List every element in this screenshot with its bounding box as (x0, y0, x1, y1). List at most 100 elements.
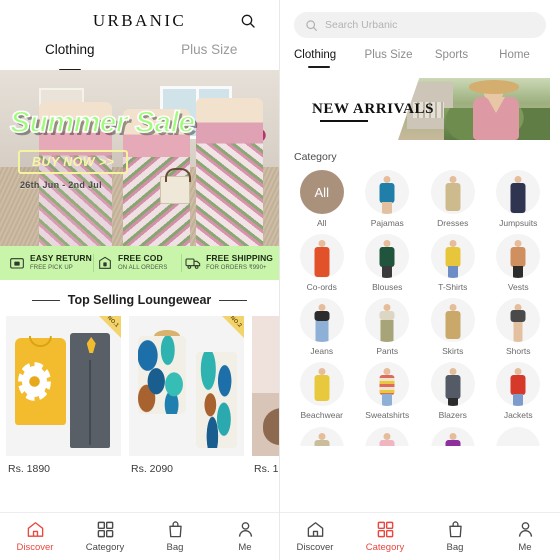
section-rule-right (219, 299, 248, 301)
right-search-wrap: Search Urbanic (280, 0, 560, 38)
truck-icon (185, 258, 201, 269)
category-label: Vests (507, 282, 529, 292)
category-item-partial[interactable] (421, 427, 485, 446)
product-image: NO.2 (129, 316, 244, 456)
tab-plus-size[interactable]: Plus Size (140, 42, 280, 70)
product-card[interactable]: NO.1 Rs. 1890 (6, 316, 121, 475)
left-bottom-nav: Discover Category Bag Me (0, 512, 279, 560)
category-item-jeans[interactable]: Jeans (290, 298, 354, 356)
category-label: Jeans (310, 346, 334, 356)
category-item-vests[interactable]: Vests (487, 234, 551, 292)
tab-sports[interactable]: Sports (420, 49, 483, 68)
category-thumb (365, 362, 410, 406)
nav-label: Me (238, 542, 252, 553)
brand-logo: URBANIC (92, 11, 187, 30)
product-card[interactable]: Rs. 12 (252, 316, 279, 475)
category-item-pajamas[interactable]: Pajamas (356, 170, 420, 228)
benefit-sub: ON ALL ORDERS (118, 264, 168, 271)
tab-clothing[interactable]: Clothing (294, 49, 357, 68)
category-thumb (430, 298, 475, 342)
nav-me[interactable]: Me (490, 520, 560, 553)
cod-bag-icon (99, 256, 111, 269)
all-chip-label: All (314, 184, 329, 200)
category-label: All (317, 218, 327, 228)
product-price: Rs. 2090 (131, 463, 174, 475)
category-thumb (496, 427, 541, 446)
right-phone-screen: Search Urbanic Clothing Plus Size Sports… (280, 0, 560, 560)
right-category-tabs: Clothing Plus Size Sports Home (280, 49, 560, 68)
category-item-co-ords[interactable]: Co-ords (290, 234, 354, 292)
dual-screenshot-container: URBANIC Clothing Plus Size Summer Sale B… (0, 0, 560, 560)
search-input[interactable]: Search Urbanic (294, 12, 546, 38)
category-item-pants[interactable]: Pants (356, 298, 420, 356)
nav-label: Bag (166, 542, 184, 553)
category-label: T-Shirts (438, 282, 468, 292)
benefit-title: EASY RETURN (30, 253, 92, 264)
tab-clothing[interactable]: Clothing (0, 42, 140, 71)
tab-sports-label: Sports (434, 49, 469, 61)
nav-discover[interactable]: Discover (0, 520, 70, 553)
category-item-beachwear[interactable]: Beachwear (290, 362, 354, 420)
benefit-title: FREE SHIPPING (206, 253, 274, 264)
category-thumb (365, 234, 410, 278)
category-item-jumpsuits[interactable]: Jumpsuits (487, 170, 551, 228)
benefit-free-shipping: FREE SHIPPING FOR ORDERS ₹990+ (181, 253, 274, 272)
left-phone-screen: URBANIC Clothing Plus Size Summer Sale B… (0, 0, 280, 560)
category-item-jackets[interactable]: Jackets (487, 362, 551, 420)
nav-bag[interactable]: Bag (140, 520, 210, 553)
nav-category[interactable]: Category (70, 520, 140, 553)
right-bottom-nav: Discover Category Bag Me (280, 512, 560, 560)
summer-sale-banner[interactable]: Summer Sale BUY NOW >> 26th Jun - 2nd Ju… (0, 70, 279, 246)
home-icon (27, 522, 43, 537)
category-item-partial[interactable] (487, 427, 551, 446)
category-item-blouses[interactable]: Blouses (356, 234, 420, 292)
category-thumb (430, 170, 475, 214)
grid-icon (377, 521, 393, 538)
nav-me[interactable]: Me (210, 520, 279, 553)
category-item-all[interactable]: All All (290, 170, 354, 228)
category-item-blazers[interactable]: Blazers (421, 362, 485, 420)
category-item-partial[interactable] (290, 427, 354, 446)
category-section-label: Category (294, 151, 337, 163)
category-label: Sweatshirts (365, 410, 410, 420)
nav-label: Discover (296, 542, 334, 553)
nav-label: Category (365, 542, 405, 553)
grid-icon (97, 521, 113, 538)
category-item-dresses[interactable]: Dresses (421, 170, 485, 228)
category-label: Dresses (437, 218, 469, 228)
left-header: URBANIC (0, 0, 279, 42)
category-thumb (365, 170, 410, 214)
section-title: Top Selling Loungewear (0, 284, 279, 316)
tab-home[interactable]: Home (483, 49, 546, 68)
benefit-sub: FREE PICK UP (30, 264, 73, 271)
new-arrivals-banner[interactable]: NEW ARRIVALS (290, 78, 550, 140)
tab-plus-size[interactable]: Plus Size (357, 49, 420, 68)
category-thumb (496, 362, 541, 406)
bag-icon (168, 521, 182, 538)
category-label: Skirts (442, 346, 464, 356)
category-thumb (299, 427, 344, 446)
category-label: Pajamas (370, 218, 404, 228)
section-rule-left (31, 299, 60, 301)
category-grid-partial-row (280, 420, 560, 446)
buy-now-button[interactable]: BUY NOW >> (18, 150, 129, 174)
nav-category[interactable]: Category (350, 520, 420, 553)
tab-plus-size-label: Plus Size (181, 42, 238, 57)
search-icon[interactable] (239, 12, 257, 30)
category-item-shorts[interactable]: Shorts (487, 298, 551, 356)
benefit-title: FREE COD (118, 253, 163, 264)
category-item-t-shirts[interactable]: T-Shirts (421, 234, 485, 292)
category-item-sweatshirts[interactable]: Sweatshirts (356, 362, 420, 420)
nav-discover[interactable]: Discover (280, 520, 350, 553)
section-title-text: Top Selling Loungewear (67, 293, 212, 307)
product-card[interactable]: NO.2 Rs. 2090 (129, 316, 244, 475)
nav-bag[interactable]: Bag (420, 520, 490, 553)
category-thumb (430, 234, 475, 278)
category-item-skirts[interactable]: Skirts (421, 298, 485, 356)
return-box-icon (10, 258, 24, 269)
title-underline (320, 120, 368, 122)
category-item-partial[interactable] (356, 427, 420, 446)
category-thumb (365, 298, 410, 342)
category-thumb (299, 362, 344, 406)
home-icon (307, 522, 323, 537)
